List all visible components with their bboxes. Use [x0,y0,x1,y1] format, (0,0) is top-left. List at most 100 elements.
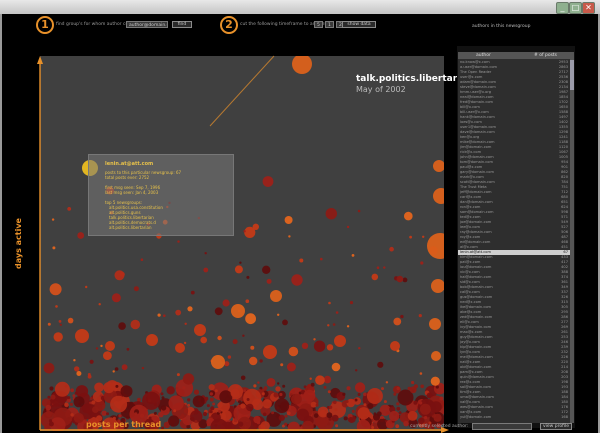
highlight-bubble[interactable] [146,334,158,346]
post-bubble[interactable] [273,392,278,397]
post-bubble[interactable] [70,413,74,417]
post-bubble[interactable] [183,341,187,345]
post-bubble[interactable] [52,246,56,250]
post-bubble[interactable] [210,406,215,411]
post-bubble[interactable] [193,389,200,395]
post-bubble[interactable] [420,384,425,389]
post-bubble[interactable] [257,381,260,384]
post-bubble[interactable] [363,392,367,397]
post-bubble[interactable] [137,397,141,402]
post-bubble[interactable] [249,356,258,366]
post-bubble[interactable] [274,398,290,414]
post-bubble[interactable] [95,347,99,350]
post-bubble[interactable] [280,363,284,367]
post-bubble[interactable] [367,403,374,410]
post-bubble[interactable] [433,413,442,422]
post-bubble[interactable] [326,412,333,419]
post-bubble[interactable] [351,254,355,257]
post-bubble[interactable] [393,317,402,326]
post-bubble[interactable] [217,335,222,341]
highlight-bubble[interactable] [433,160,444,172]
post-bubble[interactable] [168,415,180,427]
post-bubble[interactable] [282,319,288,326]
post-bubble[interactable] [111,293,121,303]
post-bubble[interactable] [112,370,115,373]
post-bubble[interactable] [371,273,379,281]
post-bubble[interactable] [48,421,54,427]
post-bubble[interactable] [243,230,246,233]
highlight-bubble[interactable] [431,351,441,361]
post-bubble[interactable] [323,385,327,389]
post-bubble[interactable] [70,388,74,393]
post-bubble[interactable] [409,386,417,394]
post-bubble[interactable] [234,265,243,274]
post-bubble[interactable] [238,421,244,427]
post-bubble[interactable] [303,389,316,402]
post-bubble[interactable] [358,347,361,350]
post-bubble[interactable] [284,422,288,426]
scrollbar-thumb[interactable] [570,60,574,90]
post-bubble[interactable] [342,392,346,396]
post-bubble[interactable] [242,334,245,337]
highlight-bubble[interactable] [263,345,277,359]
post-bubble[interactable] [400,314,404,319]
post-bubble[interactable] [230,388,240,398]
post-bubble[interactable] [130,319,141,330]
post-bubble[interactable] [383,266,386,269]
post-bubble[interactable] [275,386,281,392]
post-bubble[interactable] [357,209,361,213]
post-bubble[interactable] [325,208,337,220]
post-bubble[interactable] [287,421,300,431]
post-bubble[interactable] [277,313,280,316]
post-bubble[interactable] [75,385,89,398]
post-bubble[interactable] [233,418,238,423]
post-bubble[interactable] [202,411,208,417]
date-field-2[interactable]: 1 [325,21,334,28]
post-bubble[interactable] [161,396,165,400]
post-bubble[interactable] [119,271,125,277]
post-bubble[interactable] [279,392,283,397]
post-bubble[interactable] [262,176,274,187]
post-bubble[interactable] [115,384,119,388]
post-bubble[interactable] [402,277,408,283]
post-bubble[interactable] [47,322,51,326]
post-bubble[interactable] [98,303,101,306]
author-table[interactable]: author # of posts no.know@x.com 2953 a.use… [458,52,574,423]
post-bubble[interactable] [396,406,401,411]
post-bubble[interactable] [301,342,309,349]
post-bubble[interactable] [222,299,230,307]
post-bubble[interactable] [121,364,128,371]
highlight-bubble[interactable] [270,290,282,302]
post-bubble[interactable] [413,400,418,405]
post-bubble[interactable] [411,380,415,385]
highlight-bubble[interactable] [194,324,206,336]
post-bubble[interactable] [73,396,85,408]
post-bubble[interactable] [398,411,402,415]
post-bubble[interactable] [214,307,223,316]
find-button[interactable]: find [172,21,192,28]
post-bubble[interactable] [209,392,213,396]
post-bubble[interactable] [184,322,187,325]
highlight-bubble[interactable] [334,335,346,347]
post-bubble[interactable] [430,376,440,386]
post-bubble[interactable] [346,386,351,391]
post-bubble[interactable] [333,400,337,405]
post-bubble[interactable] [262,412,267,417]
post-bubble[interactable] [419,372,423,375]
post-bubble[interactable] [282,384,286,388]
post-bubble[interactable] [245,313,256,325]
post-bubble[interactable] [288,235,291,238]
post-bubble[interactable] [262,399,272,409]
post-bubble[interactable] [214,389,218,393]
post-bubble[interactable] [103,382,115,394]
posts-column-header[interactable]: # of posts [534,52,557,59]
post-bubble[interactable] [45,410,52,418]
post-bubble[interactable] [396,386,400,391]
post-bubble[interactable] [74,366,80,372]
post-bubble[interactable] [173,409,177,413]
highlight-bubble[interactable] [175,343,185,353]
post-bubble[interactable] [376,411,382,417]
post-bubble[interactable] [420,261,424,265]
post-bubble[interactable] [380,415,384,419]
post-bubble[interactable] [435,385,439,389]
